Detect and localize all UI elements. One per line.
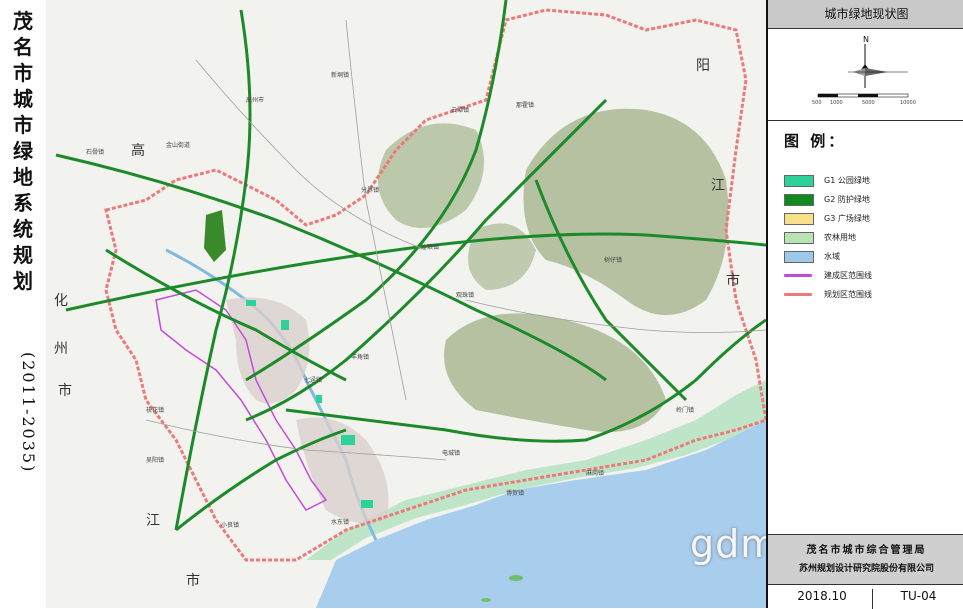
place-label: 石骨镇 (86, 149, 105, 156)
watermark: gdmm.com (690, 522, 766, 566)
region-label-shi: 市 (726, 273, 740, 289)
place-label: 观珠镇 (456, 292, 475, 299)
park-patch (341, 435, 355, 445)
north-label: N (863, 35, 869, 44)
map-canvas[interactable]: 高 阳 江 市 化 州 市 江 市 金山街道 石骨镇 高州市 新垌镇 云潭镇 那… (46, 0, 766, 608)
vertical-title: 茂名市城市绿地系统规划 (13, 9, 33, 293)
compass-and-scale: N 500 1000 5000 10000 (768, 28, 963, 121)
region-label-jiang: 江 (711, 178, 725, 194)
island (481, 598, 491, 602)
region-label-shi3: 市 (186, 573, 200, 589)
swatch-park (784, 175, 814, 187)
place-label: 高州市 (246, 97, 265, 104)
title-band: 茂名市城市绿地系统规划 (2011-2035) (0, 0, 48, 608)
place-label: 袂花镇 (146, 407, 165, 414)
urban-area (226, 297, 310, 404)
legend-label: G3 广场绿地 (824, 214, 870, 223)
legend-label: 水域 (824, 252, 840, 261)
island (509, 575, 523, 581)
farmland-southeast (444, 313, 666, 432)
legend-label: 规划区范围线 (824, 290, 872, 299)
swatch-built-boundary (784, 274, 812, 277)
place-label: 七迳镇 (304, 377, 323, 384)
legend-item-protective: G2 防护绿地 (784, 193, 954, 207)
swatch-farmland (784, 232, 814, 244)
swatch-planning-boundary (784, 293, 812, 296)
legend-title: 图 例： (784, 132, 847, 150)
legend-item-water: 水域 (784, 250, 954, 264)
place-label: 沙琅镇 (421, 244, 440, 251)
legend-item-farmland: 农林用地 (784, 231, 954, 245)
swatch-water (784, 251, 814, 263)
farmland-north (378, 123, 484, 228)
place-label: 小良镇 (221, 522, 240, 529)
north-arrow-icon: N (817, 35, 909, 98)
legend-item-park: G1 公园绿地 (784, 174, 954, 188)
place-label: 岭门镇 (676, 407, 695, 414)
drawing-date: 2018.10 (772, 589, 873, 609)
legend-label: 农林用地 (824, 233, 856, 242)
region-label-yang: 阳 (696, 58, 710, 74)
farmland-center (468, 223, 536, 290)
expressway-1 (174, 9, 252, 531)
place-label: 博贺镇 (506, 490, 525, 497)
scale-tick: 5000 (862, 100, 875, 106)
organization-block: 茂名市城市综合管理局 苏州规划设计研究院股份有限公司 (768, 534, 963, 585)
place-label: 云潭镇 (451, 107, 470, 114)
region-label-shi2: 市 (58, 383, 72, 399)
legend-item-built-boundary: 建成区范围线 (784, 269, 954, 283)
scale-tick: 500 (812, 100, 822, 106)
place-label: 树仔镇 (604, 257, 623, 264)
park-patch (246, 300, 256, 306)
place-label: 电城镇 (442, 450, 461, 457)
place-label: 金山街道 (166, 142, 191, 149)
map-sheet: 茂名市城市绿地系统规划 (2011-2035) 高 阳 江 市 化 州 市 江 … (0, 0, 963, 609)
park-patch (361, 500, 373, 508)
legend-item-planning-boundary: 规划区范围线 (784, 288, 954, 302)
expressway-9 (105, 248, 347, 382)
place-label: 羊角镇 (351, 354, 370, 361)
place-label: 吴阳镇 (146, 457, 165, 464)
swatch-square (784, 213, 814, 225)
region-label-hua: 化 (54, 293, 68, 309)
park-patch (281, 320, 289, 330)
plan-period: (2011-2035) (19, 352, 38, 474)
org-client: 茂名市城市综合管理局 (806, 545, 927, 556)
place-label: 那霍镇 (516, 102, 535, 109)
place-label: 麻岗镇 (586, 470, 605, 477)
place-label: 水东镇 (331, 519, 350, 526)
region-label-jiang2: 江 (146, 513, 160, 529)
legend: 图 例： G1 公园绿地 G2 防护绿地 G3 广场绿地 农林用地 水域 建成区… (768, 120, 963, 534)
park-patch (316, 395, 322, 403)
place-label: 分界镇 (361, 187, 380, 194)
drawing-number: TU-04 (900, 589, 937, 603)
org-designer: 苏州规划设计研究院股份有限公司 (798, 564, 934, 574)
legend-label: G2 防护绿地 (824, 195, 870, 204)
map-subtitle: 城市绿地现状图 (768, 0, 963, 29)
scale-tick: 1000 (830, 100, 843, 106)
place-label: 新垌镇 (331, 72, 350, 79)
legend-panel: 城市绿地现状图 N 500 1000 5000 10000 图 例： G1 公园… (766, 0, 963, 609)
protective-green-north (204, 210, 226, 262)
title-block-footer: 2018.10 TU-04 (768, 584, 963, 609)
swatch-protective (784, 194, 814, 206)
legend-item-square: G3 广场绿地 (784, 212, 954, 226)
legend-label: G1 公园绿地 (824, 176, 870, 185)
farmland-east (523, 108, 729, 315)
scale-tick: 10000 (900, 100, 916, 106)
region-label-gao: 高 (131, 143, 145, 159)
region-label-zhou: 州 (54, 341, 68, 357)
legend-label: 建成区范围线 (824, 271, 872, 280)
